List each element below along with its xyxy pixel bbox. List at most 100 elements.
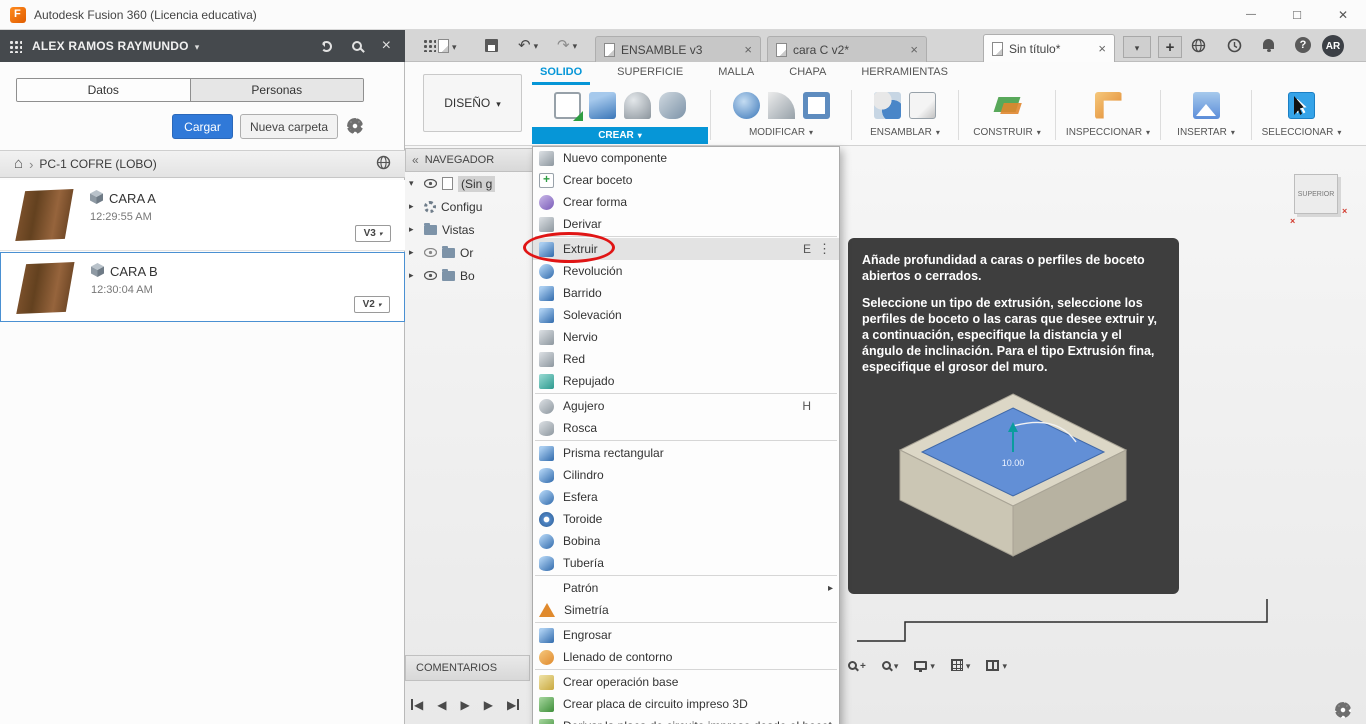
new-folder-button[interactable]: Nueva carpeta <box>240 114 338 139</box>
apps-grid-icon[interactable] <box>423 39 436 52</box>
skip-to-end-button[interactable] <box>507 697 520 712</box>
tab-personas[interactable]: Personas <box>190 79 363 101</box>
visibility-eye-icon[interactable] <box>424 271 437 280</box>
comments-panel[interactable]: COMENTARIOS <box>405 655 530 681</box>
file-item-cara-b[interactable]: CARA B 12:30:04 AM V2 <box>0 252 405 322</box>
refresh-icon[interactable] <box>320 40 332 52</box>
expand-arrow-icon[interactable] <box>409 201 419 212</box>
browser-header[interactable]: NAVEGADOR <box>405 148 533 172</box>
close-panel-icon[interactable] <box>382 39 391 53</box>
expand-arrow-icon[interactable] <box>409 178 419 189</box>
menu-item-barrido[interactable]: Barrido <box>533 282 839 304</box>
menu-item-revolucion[interactable]: Revolución <box>533 260 839 282</box>
search-icon[interactable] <box>351 41 362 51</box>
menu-item-simetria[interactable]: Simetría <box>533 599 839 621</box>
doc-tab-cara-c[interactable]: cara C v2* <box>767 36 927 62</box>
doc-tab-ensamble[interactable]: ENSAMBLE v3 <box>595 36 761 62</box>
revolve-icon[interactable] <box>624 91 651 119</box>
extrude-icon[interactable] <box>589 91 616 119</box>
menu-item-tuberia[interactable]: Tubería <box>533 552 839 574</box>
visibility-eye-icon[interactable] <box>424 248 437 257</box>
visibility-eye-icon[interactable] <box>424 179 437 188</box>
viewcube-top-face[interactable]: SUPERIOR <box>1294 174 1338 214</box>
menu-item-solevacion[interactable]: Solevación <box>533 304 839 326</box>
notifications-button[interactable] <box>1263 39 1274 52</box>
construir-dropdown[interactable]: CONSTRUIR <box>961 127 1053 138</box>
ensamblar-dropdown[interactable]: ENSAMBLAR <box>854 127 956 138</box>
save-button[interactable] <box>485 39 498 52</box>
undo-button[interactable] <box>518 36 538 54</box>
insertar-dropdown[interactable]: INSERTAR <box>1163 127 1249 138</box>
step-forward-button[interactable] <box>484 697 493 712</box>
job-status-button[interactable] <box>1227 38 1242 53</box>
apps-grid-icon[interactable] <box>9 39 22 53</box>
panel-settings-gear-icon[interactable] <box>347 118 363 134</box>
menu-item-cilindro[interactable]: Cilindro <box>533 464 839 486</box>
construction-plane-icon[interactable] <box>994 92 1021 119</box>
new-component-icon[interactable] <box>909 91 936 119</box>
menu-item-derivar[interactable]: Derivar <box>533 213 839 235</box>
close-tab-icon[interactable] <box>910 42 918 57</box>
menu-item-llenado-contorno[interactable]: Llenado de contorno <box>533 646 839 668</box>
tab-datos[interactable]: Datos <box>17 79 191 101</box>
menu-item-engrosar[interactable]: Engrosar <box>533 624 839 646</box>
insert-image-icon[interactable] <box>1192 91 1220 119</box>
version-badge[interactable]: V3 <box>355 225 391 242</box>
tab-herramientas[interactable]: HERRAMIENTAS <box>853 62 956 85</box>
doc-tab-sin-titulo[interactable]: Sin título* <box>983 34 1115 62</box>
menu-item-nervio[interactable]: Nervio <box>533 326 839 348</box>
shell-icon[interactable] <box>802 91 830 119</box>
user-menu[interactable]: ALEX RAMOS RAYMUNDO <box>32 39 189 53</box>
tab-solido[interactable]: SOLIDO <box>532 62 591 85</box>
joint-icon[interactable] <box>874 91 901 119</box>
menu-item-repujado[interactable]: Repujado <box>533 370 839 392</box>
grid-settings-button[interactable] <box>950 658 971 672</box>
skip-to-start-button[interactable] <box>411 697 423 712</box>
fillet-icon[interactable] <box>767 91 795 119</box>
menu-item-esfera[interactable]: Esfera <box>533 486 839 508</box>
preferences-gear-icon[interactable] <box>1335 702 1351 718</box>
redo-button[interactable] <box>557 36 577 54</box>
menu-item-operacion-base[interactable]: Crear operación base <box>533 671 839 693</box>
tree-root-document[interactable]: (Sin g <box>405 172 533 195</box>
menu-item-toroide[interactable]: Toroide <box>533 508 839 530</box>
tree-node-sketches[interactable]: Bo <box>405 264 533 287</box>
crear-dropdown[interactable]: CREAR <box>532 127 708 144</box>
web-globe-icon[interactable] <box>376 155 391 173</box>
tab-malla[interactable]: MALLA <box>710 62 762 85</box>
upload-button[interactable]: Cargar <box>172 114 233 139</box>
tab-overflow-button[interactable] <box>1123 36 1151 58</box>
viewcube[interactable]: SUPERIOR <box>1290 170 1346 226</box>
home-icon[interactable] <box>14 157 23 171</box>
play-button[interactable] <box>460 697 469 712</box>
more-options-icon[interactable] <box>818 241 831 257</box>
web-button[interactable] <box>1191 38 1206 53</box>
menu-item-prisma-rectangular[interactable]: Prisma rectangular <box>533 442 839 464</box>
expand-arrow-icon[interactable] <box>409 270 419 281</box>
menu-item-derivar-placa[interactable]: Derivar la placa de circuito impreso des… <box>533 715 839 724</box>
modificar-dropdown[interactable]: MODIFICAR <box>713 127 849 138</box>
inspeccionar-dropdown[interactable]: INSPECCIONAR <box>1058 127 1158 138</box>
tree-node-settings[interactable]: Configu <box>405 195 533 218</box>
display-settings-button[interactable] <box>914 658 935 672</box>
close-tab-icon[interactable] <box>1098 41 1106 56</box>
maximize-button[interactable] <box>1274 0 1320 30</box>
close-button[interactable] <box>1320 0 1366 30</box>
file-menu-button[interactable] <box>438 39 457 53</box>
minimize-button[interactable] <box>1228 0 1274 30</box>
tab-chapa[interactable]: CHAPA <box>781 62 834 85</box>
user-avatar[interactable]: AR <box>1322 35 1344 57</box>
menu-item-extruir[interactable]: Extruir E <box>533 238 839 260</box>
menu-item-bobina[interactable]: Bobina <box>533 530 839 552</box>
help-button[interactable] <box>1295 37 1311 53</box>
workspace-dropdown[interactable]: DISEÑO <box>423 74 522 132</box>
tree-node-views[interactable]: Vistas <box>405 218 533 241</box>
version-badge[interactable]: V2 <box>354 296 390 313</box>
create-sketch-icon[interactable] <box>554 91 583 121</box>
menu-item-nuevo-componente[interactable]: Nuevo componente <box>533 147 839 169</box>
press-pull-icon[interactable] <box>732 91 760 119</box>
menu-item-placa-circuito-3d[interactable]: Crear placa de circuito impreso 3D <box>533 693 839 715</box>
zoom-menu-button[interactable] <box>881 658 899 672</box>
expand-arrow-icon[interactable] <box>409 224 419 235</box>
expand-arrow-icon[interactable] <box>409 247 419 258</box>
